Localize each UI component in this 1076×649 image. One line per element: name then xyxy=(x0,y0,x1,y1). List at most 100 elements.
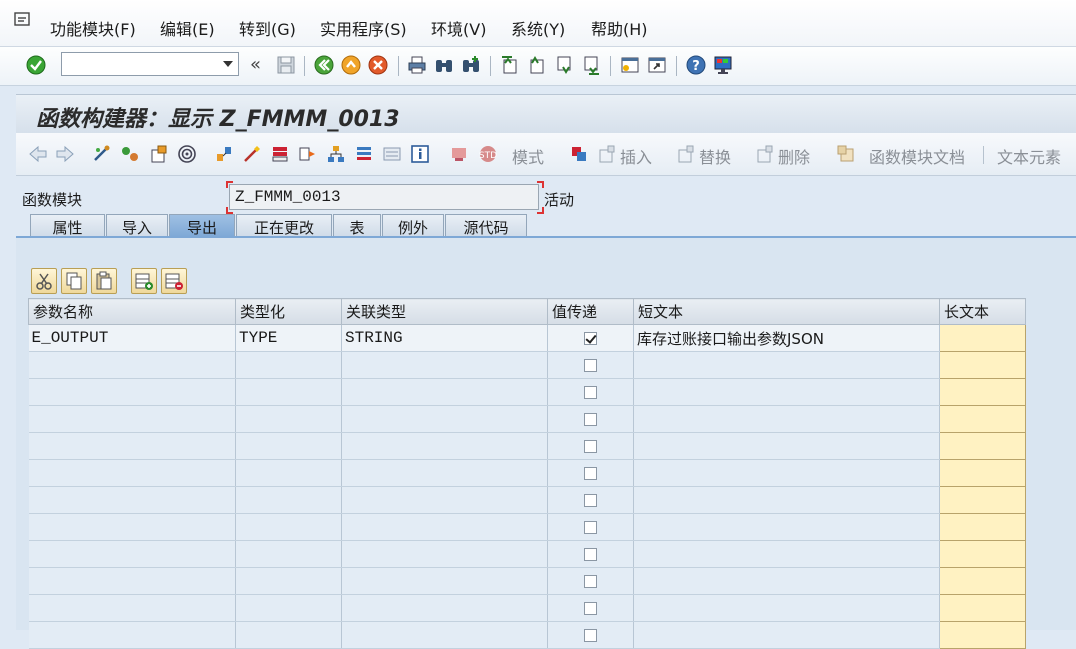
short-text-cell[interactable] xyxy=(633,486,940,514)
table-row[interactable] xyxy=(28,378,1026,406)
back-arrow-icon[interactable] xyxy=(28,144,48,164)
help-icon[interactable]: ? xyxy=(686,55,706,75)
replace-button-label[interactable]: 替换 xyxy=(699,144,731,168)
back-icon[interactable] xyxy=(314,55,334,75)
menu-edit[interactable]: 编辑(E) xyxy=(160,16,215,40)
activate-icon[interactable] xyxy=(177,144,197,164)
table-row[interactable] xyxy=(28,351,1026,379)
where-used-icon[interactable] xyxy=(214,144,234,164)
test-icon[interactable] xyxy=(242,144,262,164)
associated-type-cell[interactable] xyxy=(341,621,548,649)
short-text-cell[interactable] xyxy=(633,513,940,541)
short-text-cell[interactable] xyxy=(633,621,940,649)
pass-by-value-checkbox[interactable] xyxy=(584,386,597,399)
documentation-icon[interactable] xyxy=(836,144,856,164)
associated-type-cell[interactable] xyxy=(341,540,548,568)
command-field[interactable] xyxy=(61,52,239,76)
table-row[interactable] xyxy=(28,432,1026,460)
typing-cell[interactable] xyxy=(235,513,342,541)
command-input[interactable] xyxy=(66,54,220,76)
column-header[interactable]: 关联类型 xyxy=(341,298,548,325)
table-row[interactable] xyxy=(28,621,1026,649)
associated-type-cell[interactable] xyxy=(341,459,548,487)
print-icon[interactable] xyxy=(407,55,427,75)
column-header[interactable]: 类型化 xyxy=(235,298,342,325)
long-text-button[interactable] xyxy=(939,540,1026,568)
typing-cell[interactable] xyxy=(235,378,342,406)
long-text-button[interactable] xyxy=(939,486,1026,514)
short-text-cell[interactable] xyxy=(633,540,940,568)
table-row[interactable] xyxy=(28,405,1026,433)
typing-cell[interactable] xyxy=(235,432,342,460)
create-session-icon[interactable] xyxy=(620,55,640,75)
chevron-down-icon[interactable] xyxy=(223,61,233,67)
parameter-name-cell[interactable] xyxy=(28,351,236,379)
associated-type-cell[interactable] xyxy=(341,378,548,406)
check-object-icon[interactable] xyxy=(149,144,169,164)
display-change-icon[interactable] xyxy=(92,144,112,164)
typing-cell[interactable] xyxy=(235,567,342,595)
parameter-name-cell[interactable] xyxy=(28,459,236,487)
pass-by-value-checkbox[interactable] xyxy=(584,548,597,561)
column-header[interactable]: 长文本 xyxy=(939,298,1026,325)
long-text-button[interactable] xyxy=(939,621,1026,649)
pass-by-value-checkbox[interactable] xyxy=(584,467,597,480)
tab-exceptions[interactable]: 例外 xyxy=(382,214,444,237)
parameter-name-cell[interactable] xyxy=(28,540,236,568)
typing-cell[interactable] xyxy=(235,594,342,622)
column-header[interactable]: 值传递 xyxy=(547,298,634,325)
typing-cell[interactable] xyxy=(235,351,342,379)
navigation-window-icon[interactable] xyxy=(298,144,318,164)
tab-changing[interactable]: 正在更改 xyxy=(236,214,332,237)
find-next-icon[interactable] xyxy=(461,55,481,75)
parameter-name-cell[interactable]: E_OUTPUT xyxy=(28,324,236,352)
hierarchy-icon[interactable] xyxy=(326,144,346,164)
active-inactive-icon[interactable] xyxy=(120,144,140,164)
column-header[interactable]: 短文本 xyxy=(633,298,940,325)
typing-cell[interactable] xyxy=(235,486,342,514)
table-row[interactable] xyxy=(28,513,1026,541)
menu-function-module[interactable]: 功能模块(F) xyxy=(50,16,136,40)
save-icon[interactable] xyxy=(276,55,296,75)
forward-arrow-icon[interactable] xyxy=(55,144,75,164)
long-text-button[interactable] xyxy=(939,351,1026,379)
exit-icon[interactable] xyxy=(341,55,361,75)
typing-cell[interactable] xyxy=(235,540,342,568)
long-text-button[interactable] xyxy=(939,405,1026,433)
customize-layout-icon[interactable] xyxy=(713,55,733,75)
replace-icon[interactable] xyxy=(676,144,696,164)
typing-cell[interactable] xyxy=(235,621,342,649)
object-list-icon[interactable] xyxy=(270,144,290,164)
delete-row-button[interactable] xyxy=(161,268,187,294)
parameter-name-cell[interactable] xyxy=(28,432,236,460)
table-row[interactable] xyxy=(28,459,1026,487)
menu-help[interactable]: 帮助(H) xyxy=(591,16,648,40)
tab-tables[interactable]: 表 xyxy=(333,214,381,237)
pass-by-value-checkbox[interactable] xyxy=(584,629,597,642)
parameter-name-cell[interactable] xyxy=(28,513,236,541)
cancel-icon[interactable] xyxy=(368,55,388,75)
parameter-name-cell[interactable] xyxy=(28,378,236,406)
column-header[interactable]: 参数名称 xyxy=(28,298,236,325)
last-page-icon[interactable] xyxy=(581,55,601,75)
long-text-button[interactable] xyxy=(939,594,1026,622)
long-text-button[interactable] xyxy=(939,513,1026,541)
long-text-button[interactable] xyxy=(939,432,1026,460)
cut-row-button[interactable] xyxy=(31,268,57,294)
typing-cell[interactable]: TYPE xyxy=(235,324,342,352)
insert-button-label[interactable]: 插入 xyxy=(620,144,652,168)
menu-utilities[interactable]: 实用程序(S) xyxy=(320,16,407,40)
long-text-button[interactable] xyxy=(939,567,1026,595)
short-text-cell[interactable] xyxy=(633,459,940,487)
parameter-name-cell[interactable] xyxy=(28,567,236,595)
pass-by-value-checkbox[interactable] xyxy=(584,359,597,372)
short-text-cell[interactable] xyxy=(633,378,940,406)
display-object-icon[interactable] xyxy=(382,144,402,164)
copy-row-button[interactable] xyxy=(61,268,87,294)
parameter-name-cell[interactable] xyxy=(28,594,236,622)
text-elements-button-label[interactable]: 文本元素 xyxy=(997,144,1061,168)
pass-by-value-checkbox[interactable] xyxy=(584,575,597,588)
tab-source-code[interactable]: 源代码 xyxy=(445,214,527,237)
short-text-cell[interactable] xyxy=(633,567,940,595)
function-module-field[interactable]: Z_FMMM_0013 xyxy=(229,184,539,210)
